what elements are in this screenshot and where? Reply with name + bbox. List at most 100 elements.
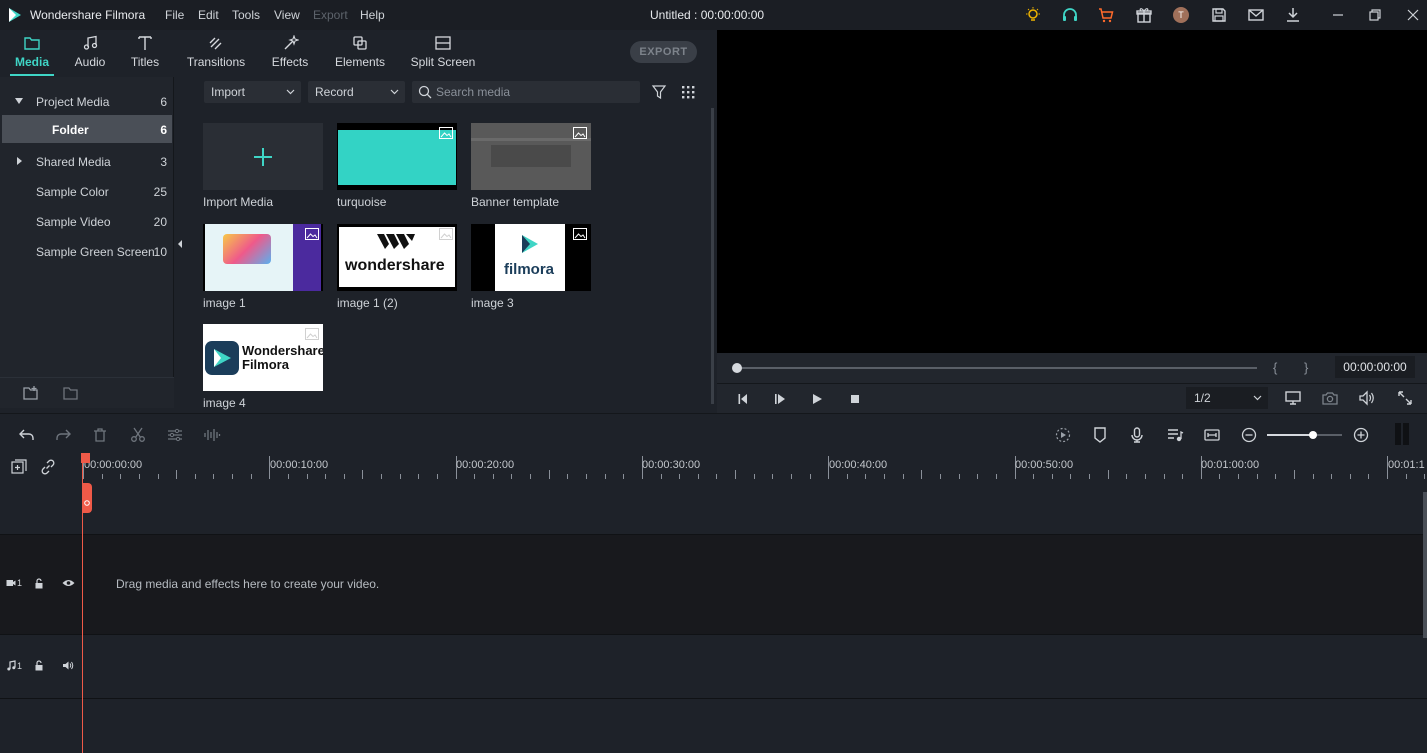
fit-timeline-icon[interactable] [1203,426,1221,444]
preview-quality-dropdown[interactable]: 1/2 [1186,387,1268,409]
sidebar-item-count: 25 [153,185,167,199]
caret-right-icon[interactable] [14,156,24,166]
cart-icon[interactable] [1097,6,1115,24]
timeline-track-empty[interactable] [0,698,1427,753]
fullscreen-icon[interactable] [1396,389,1414,407]
microphone-icon[interactable] [1128,426,1146,444]
tab-effects[interactable]: Effects [270,30,310,77]
menu-file[interactable]: File [165,8,184,22]
tab-elements[interactable]: Elements [334,30,386,77]
sidebar-footer [0,377,174,408]
tab-audio[interactable]: Audio [70,30,110,77]
media-thumbnail[interactable]: Wondershare Filmora [203,324,323,391]
menu-help[interactable]: Help [360,8,385,22]
sidebar-item-folder[interactable]: Folder 6 [2,115,172,143]
media-scrollbar[interactable] [711,108,714,404]
lock-icon[interactable] [34,578,44,589]
grid-view-icon[interactable] [680,84,696,100]
media-thumbnail[interactable]: wondershare [337,224,457,291]
snapshot-icon[interactable] [1321,389,1339,407]
download-icon[interactable] [1284,6,1302,24]
sidebar-item-label: Sample Color [36,185,109,199]
timeline-track-audio[interactable]: 1 [0,634,1427,698]
timeline-track-empty[interactable] [0,483,1427,534]
timeline-scrollbar[interactable] [1423,492,1427,638]
search-input[interactable] [436,84,636,100]
prev-frame-icon[interactable] [736,392,750,406]
stop-icon[interactable] [848,392,862,406]
restore-icon[interactable] [1366,6,1384,24]
volume-icon[interactable] [1358,389,1376,407]
image-type-icon [439,127,453,139]
close-icon[interactable] [1404,6,1422,24]
render-preview-icon[interactable] [1054,426,1072,444]
avatar[interactable]: T [1173,7,1189,23]
tab-label: Media [14,55,49,69]
media-thumbnail[interactable] [337,123,457,190]
progress-track[interactable] [737,367,1257,369]
lock-icon[interactable] [34,660,44,671]
search-box[interactable] [412,81,640,103]
eye-icon[interactable] [62,578,75,588]
sidebar-item-sample-color[interactable]: Sample Color 25 [2,177,172,205]
tab-titles[interactable]: Titles [125,30,165,77]
media-thumbnail[interactable]: filmora [471,224,591,291]
sidebar-item-project-media[interactable]: Project Media 6 [2,87,172,115]
sidebar-item-sample-video[interactable]: Sample Video 20 [2,207,172,235]
audio-waveform-icon[interactable] [203,426,221,444]
filter-icon[interactable] [651,84,667,100]
mail-icon[interactable] [1247,6,1265,24]
export-button[interactable]: EXPORT [630,41,697,63]
sidebar-item-shared-media[interactable]: Shared Media 3 [2,147,172,175]
mark-out-button[interactable]: } [1304,360,1308,375]
display-icon[interactable] [1284,389,1302,407]
minimize-icon[interactable] [1329,6,1347,24]
cut-icon[interactable] [129,426,147,444]
import-dropdown[interactable]: Import [204,81,301,103]
speaker-icon[interactable] [62,660,74,671]
new-folder-icon[interactable] [22,385,40,401]
menu-tools[interactable]: Tools [232,8,260,22]
record-dropdown[interactable]: Record [308,81,405,103]
tab-label: Effects [271,55,309,69]
mark-in-button[interactable]: { [1273,360,1277,375]
menu-export[interactable]: Export [313,8,348,22]
redo-icon[interactable] [54,426,72,444]
folder-outline-icon[interactable] [62,385,80,401]
undo-icon[interactable] [18,426,36,444]
delete-icon[interactable] [91,426,109,444]
filmora-logo-icon [521,234,539,254]
tab-transitions[interactable]: Transitions [183,30,249,77]
save-icon[interactable] [1210,6,1228,24]
headset-icon[interactable] [1061,6,1079,24]
playhead-marker[interactable] [81,453,90,463]
menu-view[interactable]: View [274,8,300,22]
media-thumbnail[interactable] [203,224,323,291]
progress-handle[interactable] [732,363,742,373]
timeline-ruler[interactable]: 00:00:00:00 00:00:10:00 00:00:20:00 00:0… [0,453,1427,483]
media-thumbnail[interactable] [471,123,591,190]
sidebar-item-sample-green-screen[interactable]: Sample Green Screen 10 [2,237,172,265]
menu-edit[interactable]: Edit [198,8,219,22]
caret-down-icon[interactable] [14,96,24,106]
zoom-out-icon[interactable] [1240,426,1258,444]
zoom-slider[interactable] [1267,431,1342,439]
playhead-scissor-icon[interactable] [78,483,92,513]
import-media-tile[interactable] [203,123,323,190]
play-icon[interactable] [810,392,824,406]
play-pause-icon[interactable] [773,392,787,406]
collapse-sidebar-icon[interactable] [177,239,183,249]
voiceover-icon[interactable] [1166,426,1184,444]
zoom-in-icon[interactable] [1352,426,1370,444]
link-icon[interactable] [40,459,56,475]
timeline-panel-toggle-icon[interactable] [1395,423,1409,445]
tab-split-screen[interactable]: Split Screen [410,30,476,77]
media-sidebar: Project Media 6 Folder 6 Shared Media 3 … [0,77,174,408]
bulb-icon[interactable] [1024,6,1042,24]
zoom-slider-handle[interactable] [1309,431,1317,439]
adjust-icon[interactable] [166,426,184,444]
gift-icon[interactable] [1135,6,1153,24]
add-track-icon[interactable] [11,459,27,475]
tab-media[interactable]: Media [10,30,54,77]
marker-icon[interactable] [1091,426,1109,444]
